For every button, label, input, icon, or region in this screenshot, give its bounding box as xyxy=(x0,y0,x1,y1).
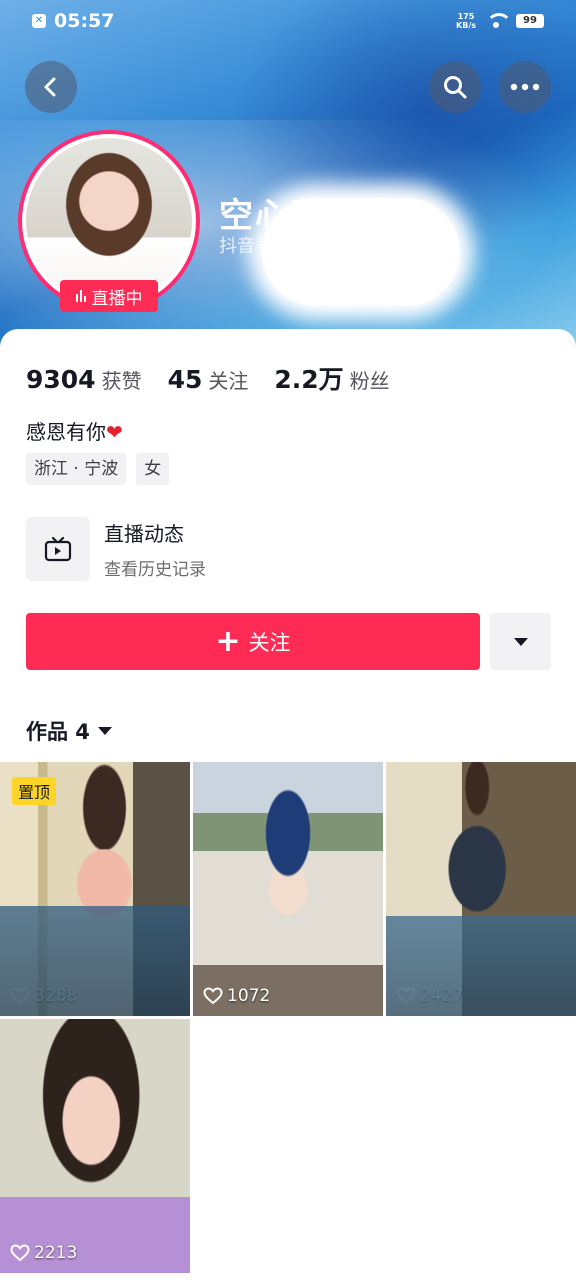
live-dynamic-subtitle: 查看历史记录 xyxy=(104,560,206,580)
follow-button[interactable]: + 关注 xyxy=(26,613,480,670)
video-thumbnail[interactable]: 置顶 3288 xyxy=(0,762,190,1016)
tag-gender: 女 xyxy=(136,453,170,485)
recommend-dropdown-button[interactable] xyxy=(490,613,551,670)
stat-label: 关注 xyxy=(208,369,249,393)
stat-label: 获赞 xyxy=(101,369,142,393)
more-button[interactable] xyxy=(499,61,551,113)
more-dots-icon xyxy=(510,83,540,91)
status-bar: ✕ 05:57 175 KB/s 99 xyxy=(0,0,576,44)
triangle-down-icon xyxy=(97,727,112,735)
video-thumbnail[interactable]: 2427 xyxy=(386,762,576,1016)
tag-location: 浙江 · 宁波 xyxy=(26,453,127,485)
heart-outline-icon xyxy=(396,987,416,1005)
live-badge-label: 直播中 xyxy=(91,288,143,309)
video-likes: 3288 xyxy=(10,986,77,1006)
video-likes: 2427 xyxy=(396,986,463,1006)
stat-following[interactable]: 45 关注 xyxy=(168,365,249,394)
heart-outline-icon xyxy=(10,1244,30,1262)
chevron-left-icon xyxy=(44,77,56,97)
back-button[interactable] xyxy=(25,61,77,113)
plus-icon: + xyxy=(215,623,241,659)
likes-count: 3288 xyxy=(34,986,78,1006)
heart-outline-icon xyxy=(10,987,30,1005)
live-badge[interactable]: 直播中 xyxy=(60,280,158,312)
search-button[interactable] xyxy=(429,61,481,113)
likes-count: 2213 xyxy=(34,1243,78,1263)
tv-icon xyxy=(26,517,90,581)
works-grid: 置顶 3288 1072 2427 2213 xyxy=(0,762,576,1273)
profile-stats: 9304 获赞 45 关注 2.2万 粉丝 xyxy=(26,360,416,396)
video-likes: 1072 xyxy=(203,986,270,1006)
bio: 感恩有你❤ xyxy=(26,416,123,445)
video-thumbnail[interactable]: 2213 xyxy=(0,1019,190,1273)
follow-label: 关注 xyxy=(248,630,291,655)
triangle-down-icon xyxy=(513,637,528,646)
battery-icon: 99 xyxy=(516,14,544,28)
status-time: 05:57 xyxy=(54,10,115,32)
privacy-blur xyxy=(262,198,460,306)
network-speed: 175 KB/s xyxy=(456,12,476,30)
video-thumbnail[interactable]: 1072 xyxy=(193,762,383,1016)
tab-works[interactable]: 作品 4 xyxy=(26,716,112,746)
network-speed-unit: KB/s xyxy=(456,21,476,30)
works-tab-label: 作品 4 xyxy=(26,720,90,744)
wifi-icon xyxy=(486,13,512,29)
profile-tags: 浙江 · 宁波 女 xyxy=(26,453,170,485)
stat-value: 9304 xyxy=(26,365,96,394)
likes-count: 2427 xyxy=(420,986,464,1006)
heart-outline-icon xyxy=(203,987,223,1005)
network-speed-value: 175 xyxy=(457,12,475,21)
search-icon xyxy=(444,76,467,99)
stat-label: 粉丝 xyxy=(349,369,390,393)
pinned-badge: 置顶 xyxy=(12,777,57,805)
live-dynamic-entry[interactable]: 直播动态 查看历史记录 xyxy=(26,517,206,581)
live-dynamic-title: 直播动态 xyxy=(104,522,184,546)
notification-icon: ✕ xyxy=(32,14,46,28)
stat-value: 45 xyxy=(167,365,203,394)
bio-text: 感恩有你 xyxy=(26,420,106,444)
stat-followers[interactable]: 2.2万 粉丝 xyxy=(274,360,389,396)
heart-emoji: ❤ xyxy=(106,420,123,444)
stat-value: 2.2万 xyxy=(274,365,344,394)
live-bars-icon xyxy=(75,290,86,302)
stat-likes[interactable]: 9304 获赞 xyxy=(26,365,142,394)
video-likes: 2213 xyxy=(10,1243,77,1263)
likes-count: 1072 xyxy=(227,986,271,1006)
